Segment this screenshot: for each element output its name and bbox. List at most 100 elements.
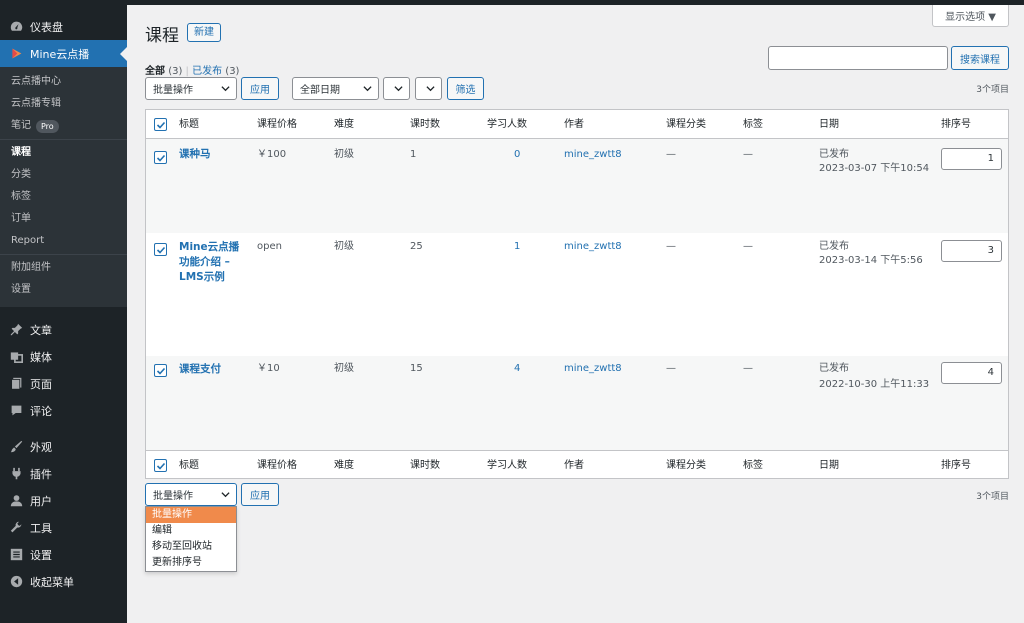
course-lessons: 15 — [410, 363, 423, 374]
dropdown-option-edit[interactable]: 编辑 — [146, 523, 236, 539]
sub-notes[interactable]: 笔记 Pro — [0, 115, 127, 137]
submenu-divider — [0, 254, 127, 255]
col-category: 课程分类 — [666, 119, 706, 130]
menu-media[interactable]: 媒体 — [0, 343, 127, 370]
filter-all-link[interactable]: 全部 — [145, 66, 165, 77]
chevron-down-icon — [221, 86, 230, 92]
menu-users[interactable]: 用户 — [0, 487, 127, 514]
row-checkbox[interactable] — [154, 243, 167, 256]
sub-center[interactable]: 云点播中心 — [0, 71, 127, 93]
order-input[interactable]: 3 — [941, 240, 1002, 262]
bulk-action-select-top[interactable]: 批量操作 — [145, 77, 237, 100]
menu-settings[interactable]: 设置 — [0, 541, 127, 568]
page-icon — [9, 377, 23, 391]
level-filter-select[interactable] — [415, 77, 442, 100]
course-author[interactable]: mine_zwtt8 — [564, 362, 622, 376]
bulk-action-select-bottom[interactable]: 批量操作 — [145, 483, 237, 506]
col-price: 课程价格 — [257, 119, 297, 130]
submenu-divider — [0, 139, 127, 140]
menu-comments[interactable]: 评论 — [0, 397, 127, 424]
course-students[interactable]: 0 — [514, 148, 520, 162]
table-row: 课程支付 ￥10 初级 15 4 mine_zwtt8 — — 已发布 2022… — [146, 356, 1008, 450]
filter-published-count: (3) — [225, 66, 240, 77]
row-checkbox[interactable] — [154, 364, 167, 377]
plugin-icon — [9, 467, 23, 481]
menu-pages[interactable]: 页面 — [0, 370, 127, 397]
filter-published-link[interactable]: 已发布 — [192, 66, 222, 77]
sub-notes-label: 笔记 — [11, 120, 31, 131]
search-courses-button[interactable]: 搜索课程 — [951, 46, 1009, 70]
col-title[interactable]: 标题 — [179, 459, 199, 473]
sub-courses[interactable]: 课程 — [0, 142, 127, 164]
course-lessons: 25 — [410, 241, 423, 252]
user-icon — [9, 494, 23, 508]
course-title-link[interactable]: 课种马 — [179, 147, 249, 162]
date-filter-select[interactable]: 全部日期 — [292, 77, 379, 100]
course-author[interactable]: mine_zwtt8 — [564, 148, 622, 162]
menu-appearance-label: 外观 — [30, 440, 52, 454]
sub-orders[interactable]: 订单 — [0, 208, 127, 230]
course-category: — — [666, 241, 676, 252]
collapse-icon — [9, 575, 23, 589]
sub-tags[interactable]: 标签 — [0, 186, 127, 208]
course-students[interactable]: 4 — [514, 362, 520, 376]
table-row: 课种马 ￥100 初级 1 0 mine_zwtt8 — — 已发布 2023-… — [146, 139, 1008, 233]
sub-addons[interactable]: 附加组件 — [0, 257, 127, 279]
col-students: 学习人数 — [487, 119, 527, 130]
add-new-button[interactable]: 新建 — [187, 23, 221, 42]
search-input[interactable] — [768, 46, 948, 70]
col-date[interactable]: 日期 — [819, 118, 839, 132]
apply-button-bottom[interactable]: 应用 — [241, 483, 279, 506]
col-order: 排序号 — [941, 460, 971, 471]
mine-submenu: 云点播中心 云点播专辑 笔记 Pro 课程 分类 标签 订单 Report 附加… — [0, 67, 127, 307]
dropdown-option-bulk[interactable]: 批量操作 — [146, 507, 236, 523]
sub-album[interactable]: 云点播专辑 — [0, 93, 127, 115]
menu-tools-label: 工具 — [30, 521, 52, 535]
menu-collapse[interactable]: 收起菜单 — [0, 568, 127, 595]
col-title[interactable]: 标题 — [179, 118, 199, 132]
menu-comments-label: 评论 — [30, 404, 52, 418]
apply-button-top[interactable]: 应用 — [241, 77, 279, 100]
dropdown-option-trash[interactable]: 移动至回收站 — [146, 539, 236, 555]
course-title-link[interactable]: Mine云点播功能介绍 – LMS示例 — [179, 240, 245, 285]
sub-settings[interactable]: 设置 — [0, 279, 127, 301]
wrench-icon — [9, 521, 23, 535]
items-count-top: 3个项目 — [976, 85, 1009, 95]
menu-plugins[interactable]: 插件 — [0, 460, 127, 487]
screen-options-button[interactable]: 显示选项 ▼ — [932, 5, 1009, 27]
menu-dashboard[interactable]: 仪表盘 — [0, 13, 127, 40]
course-students[interactable]: 1 — [514, 240, 520, 254]
courses-table: 标题 课程价格 难度 课时数 学习人数 作者 课程分类 标签 日期 排序号 课种… — [145, 109, 1009, 479]
sub-report[interactable]: Report — [0, 230, 127, 252]
select-all-checkbox-bottom[interactable] — [154, 459, 167, 472]
select-all-checkbox[interactable] — [154, 118, 167, 131]
order-input[interactable]: 4 — [941, 362, 1002, 384]
col-date[interactable]: 日期 — [819, 459, 839, 473]
course-price: ￥10 — [257, 363, 280, 374]
course-title-link[interactable]: 课程支付 — [179, 362, 249, 377]
course-level: 初级 — [334, 241, 354, 252]
sub-category[interactable]: 分类 — [0, 164, 127, 186]
col-tags: 标签 — [743, 119, 763, 130]
menu-tools[interactable]: 工具 — [0, 514, 127, 541]
menu-posts[interactable]: 文章 — [0, 316, 127, 343]
status-filter-links: 全部 (3) | 已发布 (3) — [145, 66, 240, 77]
course-date: 2023-03-14 下午5:56 — [819, 255, 923, 266]
menu-settings-label: 设置 — [30, 548, 52, 562]
chevron-down-icon — [426, 86, 435, 92]
row-checkbox[interactable] — [154, 151, 167, 164]
dropdown-option-update-order[interactable]: 更新排序号 — [146, 555, 236, 571]
filter-button[interactable]: 筛选 — [447, 77, 484, 100]
col-author: 作者 — [564, 119, 584, 130]
menu-mine[interactable]: Mine云点播 — [0, 40, 127, 67]
course-author[interactable]: mine_zwtt8 — [564, 240, 622, 254]
col-lessons: 课时数 — [410, 119, 440, 130]
menu-posts-label: 文章 — [30, 323, 52, 337]
course-date: 2023-03-07 下午10:54 — [819, 163, 930, 174]
check-icon — [156, 462, 165, 470]
order-input[interactable]: 1 — [941, 148, 1002, 170]
category-filter-select[interactable] — [383, 77, 410, 100]
col-tags: 标签 — [743, 460, 763, 471]
menu-appearance[interactable]: 外观 — [0, 433, 127, 460]
col-price: 课程价格 — [257, 460, 297, 471]
